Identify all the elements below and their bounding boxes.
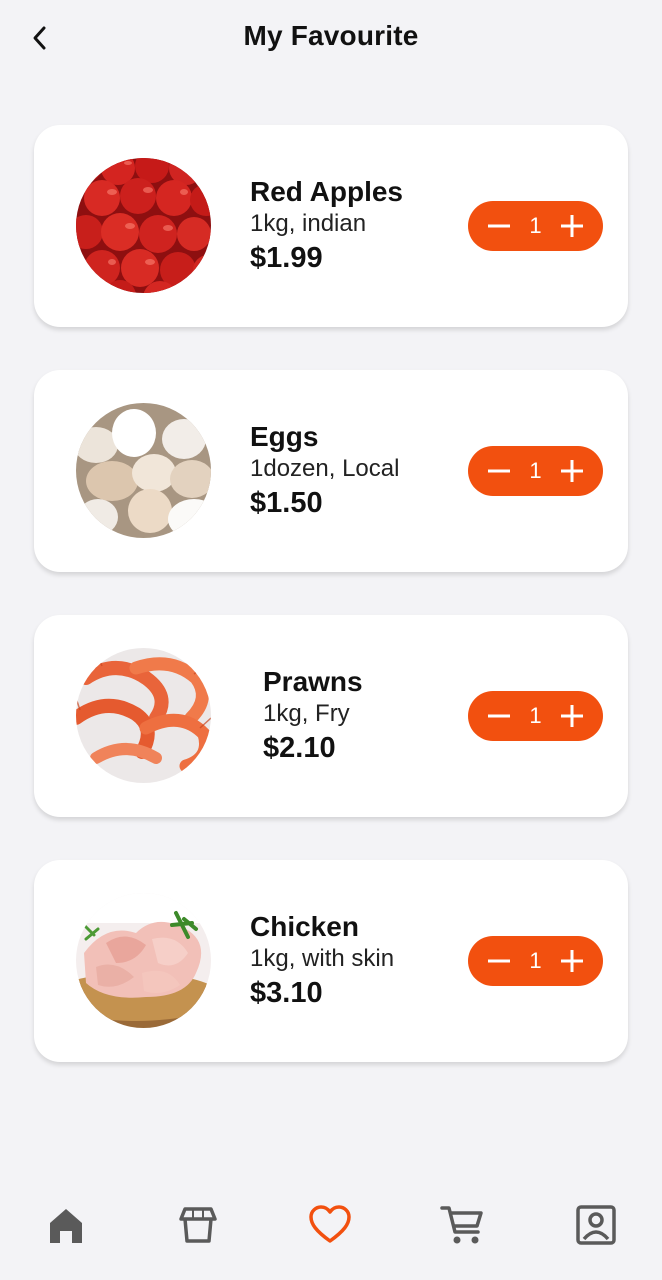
- favourite-card-prawns[interactable]: Prawns 1kg, Fry $2.10 1: [34, 615, 628, 817]
- plus-icon: [561, 705, 583, 727]
- favourite-card-eggs[interactable]: Eggs 1dozen, Local $1.50 1: [34, 370, 628, 572]
- item-description: 1dozen, Local: [250, 455, 400, 482]
- decrement-button[interactable]: [484, 211, 514, 241]
- item-name: Eggs: [250, 421, 319, 452]
- plus-icon: [561, 460, 583, 482]
- bottom-nav: [0, 1185, 662, 1265]
- item-price: $3.10: [250, 977, 323, 1009]
- item-name: Prawns: [263, 666, 363, 697]
- decrement-button[interactable]: [484, 456, 514, 486]
- item-info: Prawns 1kg, Fry $2.10: [263, 665, 363, 767]
- item-price: $1.99: [250, 242, 323, 274]
- red-apples-image: [76, 158, 211, 293]
- quantity-value: 1: [529, 703, 542, 728]
- increment-button[interactable]: [557, 946, 587, 976]
- profile-icon: [576, 1205, 616, 1245]
- minus-icon: [488, 714, 510, 718]
- cart-icon: [440, 1206, 483, 1244]
- eggs-image: [76, 403, 211, 538]
- favourite-card-red-apples[interactable]: Red Apples 1kg, indian $1.99 1: [34, 125, 628, 327]
- decrement-button[interactable]: [484, 946, 514, 976]
- page-title: My Favourite: [243, 20, 419, 51]
- quantity-stepper: 1: [468, 446, 603, 496]
- nav-favourites[interactable]: [308, 1203, 352, 1247]
- item-description: 1kg, indian: [250, 210, 367, 237]
- quantity-stepper: 1: [468, 936, 603, 986]
- plus-icon: [561, 950, 583, 972]
- favourites-list: Red Apples 1kg, indian $1.99 1 Eggs 1doz…: [34, 125, 628, 1105]
- quantity-value: 1: [529, 948, 542, 973]
- heart-icon: [309, 1205, 351, 1243]
- prawns-image: [76, 648, 211, 783]
- minus-icon: [488, 959, 510, 963]
- increment-button[interactable]: [557, 456, 587, 486]
- item-name: Chicken: [250, 911, 359, 942]
- favourite-card-chicken[interactable]: Chicken 1kg, with skin $3.10 1: [34, 860, 628, 1062]
- item-price: $2.10: [263, 732, 336, 764]
- header: My Favourite: [0, 0, 662, 76]
- nav-cart[interactable]: [440, 1203, 484, 1247]
- item-price: $1.50: [250, 487, 323, 519]
- quantity-stepper: 1: [468, 201, 603, 251]
- minus-icon: [488, 224, 510, 228]
- plus-icon: [561, 215, 583, 237]
- item-info: Chicken 1kg, with skin $3.10: [250, 910, 394, 1012]
- nav-profile[interactable]: [574, 1203, 618, 1247]
- increment-button[interactable]: [557, 701, 587, 731]
- quantity-value: 1: [529, 458, 542, 483]
- home-icon: [50, 1209, 82, 1243]
- quantity-value: 1: [529, 213, 542, 238]
- decrement-button[interactable]: [484, 701, 514, 731]
- quantity-stepper: 1: [468, 691, 603, 741]
- store-icon: [179, 1207, 217, 1243]
- chicken-image: [76, 893, 211, 1028]
- item-name: Red Apples: [250, 176, 403, 207]
- nav-home[interactable]: [44, 1203, 88, 1247]
- item-info: Red Apples 1kg, indian $1.99: [250, 175, 403, 277]
- item-info: Eggs 1dozen, Local $1.50: [250, 420, 399, 522]
- increment-button[interactable]: [557, 211, 587, 241]
- minus-icon: [488, 469, 510, 473]
- nav-store[interactable]: [176, 1203, 220, 1247]
- item-description: 1kg, Fry: [263, 700, 350, 727]
- item-description: 1kg, with skin: [250, 945, 395, 972]
